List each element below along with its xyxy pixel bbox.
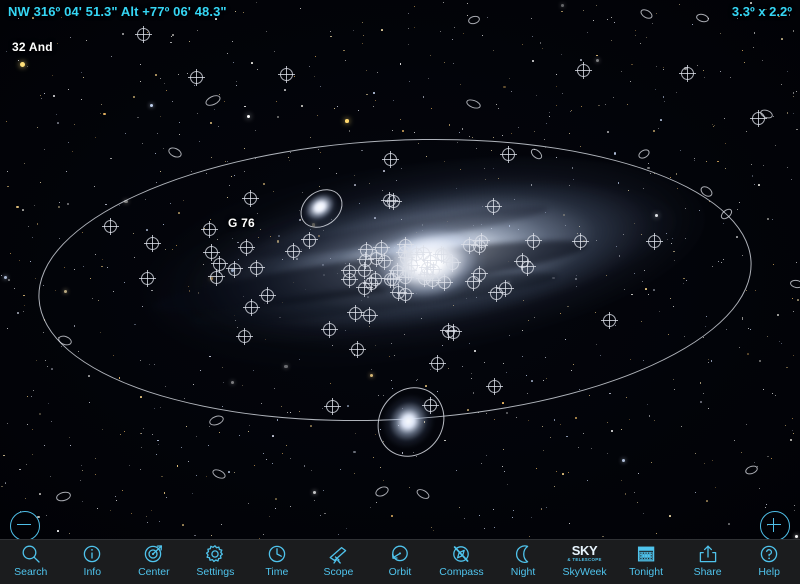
toolbar-item-label: Center [138,566,170,578]
toolbar-item-compass[interactable]: Compass [431,540,493,584]
toolbar-item-settings[interactable]: Settings [185,540,247,584]
sky-telescope-logo: SKY & TELESCOPE [567,543,601,565]
sky-label: G 76 [228,216,255,230]
telescope-icon [326,543,350,565]
search-icon [19,543,43,565]
coordinate-readout: NW 316º 04' 51.3" Alt +77º 06' 48.3" [8,4,227,19]
toolbar-item-label: Compass [439,566,484,578]
field-of-view-readout: 3.3º x 2.2º [731,4,792,19]
info-icon [80,543,104,565]
toolbar-item-info[interactable]: Info [62,540,124,584]
moon-icon [511,543,535,565]
sky-label: 32 And [12,40,53,54]
sky-chart-canvas[interactable]: 32 And G 76 [0,0,800,540]
zoom-out-button[interactable] [10,511,40,541]
toolbar-item-label: Scope [323,566,354,578]
toolbar-item-label: Time [265,566,289,578]
toolbar-item-search[interactable]: Search [0,540,62,584]
toolbar-item-time[interactable]: Time [246,540,308,584]
toolbar-item-scope[interactable]: Scope [308,540,370,584]
toolbar-item-label: Share [693,566,722,578]
bottom-toolbar: Search Info Center Settings Time Scope Orbit Co… [0,539,800,584]
toolbar-item-label: Info [83,566,102,578]
toolbar-item-label: SkyWeek [562,566,607,578]
help-icon [757,543,781,565]
clock-icon [265,543,289,565]
toolbar-item-skyweek[interactable]: SKY & TELESCOPE SkyWeek [554,540,616,584]
gear-icon [203,543,227,565]
toolbar-item-night[interactable]: Night [492,540,554,584]
skyweek-logo-line1: SKY [571,543,598,558]
zoom-in-button[interactable] [760,511,790,541]
toolbar-item-label: Orbit [388,566,412,578]
toolbar-item-label: Night [510,566,536,578]
toolbar-item-orbit[interactable]: Orbit [369,540,431,584]
toolbar-item-label: Search [14,566,48,578]
toolbar-item-center[interactable]: Center [123,540,185,584]
toolbar-item-label: Help [758,566,780,578]
share-icon [696,543,720,565]
toolbar-item-help[interactable]: Help [738,540,800,584]
skyweek-logo-line2: & TELESCOPE [567,557,602,562]
center-target-icon [142,543,166,565]
compass-disabled-icon [449,543,473,565]
toolbar-item-label: Settings [196,566,235,578]
sky-safari-app: 32 And G 76 NW 316º 04' 51.3" Alt +77º 06… [0,0,800,584]
toolbar-item-label: Tonight [629,566,663,578]
toolbar-item-share[interactable]: Share [677,540,739,584]
calendar-icon [634,543,658,565]
orbit-icon [388,543,412,565]
toolbar-item-tonight[interactable]: Tonight [615,540,677,584]
